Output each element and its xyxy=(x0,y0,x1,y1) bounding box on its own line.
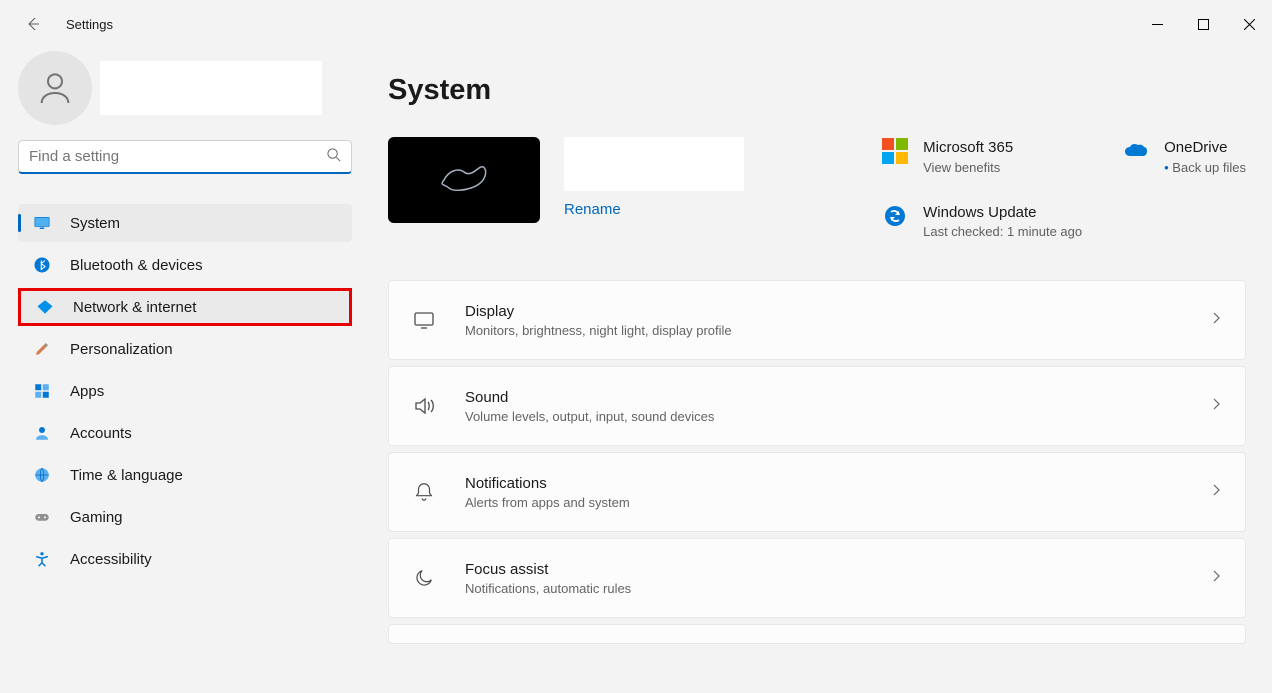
sidebar-item-label: Network & internet xyxy=(73,299,196,316)
sidebar-item-bluetooth[interactable]: Bluetooth & devices xyxy=(18,246,352,284)
bluetooth-icon xyxy=(32,255,52,275)
card-sub: Volume levels, output, input, sound devi… xyxy=(465,408,1209,426)
chevron-right-icon xyxy=(1209,569,1223,588)
titlebar: Settings xyxy=(0,0,1272,48)
card-title: Sound xyxy=(465,387,1209,408)
profile-block[interactable] xyxy=(18,48,352,128)
device-name-placeholder xyxy=(564,137,744,191)
card-title: Notifications xyxy=(465,473,1209,494)
info-sub: Back up files xyxy=(1164,159,1246,178)
maximize-icon xyxy=(1198,19,1209,30)
system-header: Rename Microsoft 365 View benefits OneDr… xyxy=(388,137,1246,242)
sidebar-item-apps[interactable]: Apps xyxy=(18,372,352,410)
info-title: Microsoft 365 xyxy=(923,137,1013,159)
wifi-icon xyxy=(35,297,55,317)
update-icon xyxy=(881,202,909,230)
search-input[interactable] xyxy=(29,148,326,165)
chevron-right-icon xyxy=(1209,483,1223,502)
sidebar-item-accounts[interactable]: Accounts xyxy=(18,414,352,452)
info-windows-update[interactable]: Windows Update Last checked: 1 minute ag… xyxy=(881,202,1082,243)
minimize-icon xyxy=(1152,19,1163,30)
desktop-thumbnail xyxy=(388,137,540,223)
apps-icon xyxy=(32,381,52,401)
device-block: Rename xyxy=(564,137,744,218)
window-controls xyxy=(1134,8,1272,40)
accessibility-icon xyxy=(32,549,52,569)
sidebar-item-network[interactable]: Network & internet xyxy=(18,288,352,326)
profile-name-placeholder xyxy=(100,61,322,115)
chevron-right-icon xyxy=(1209,397,1223,416)
card-sub: Monitors, brightness, night light, displ… xyxy=(465,322,1209,340)
card-notifications[interactable]: Notifications Alerts from apps and syste… xyxy=(388,452,1246,532)
sidebar-item-label: Apps xyxy=(70,383,104,400)
card-sub: Notifications, automatic rules xyxy=(465,580,1209,598)
card-focus-assist[interactable]: Focus assist Notifications, automatic ru… xyxy=(388,538,1246,618)
back-button[interactable] xyxy=(18,9,48,39)
settings-cards: Display Monitors, brightness, night ligh… xyxy=(388,280,1246,644)
sidebar-item-system[interactable]: System xyxy=(18,204,352,242)
card-sound[interactable]: Sound Volume levels, output, input, soun… xyxy=(388,366,1246,446)
minimize-button[interactable] xyxy=(1134,8,1180,40)
sidebar-item-label: System xyxy=(70,215,120,232)
maximize-button[interactable] xyxy=(1180,8,1226,40)
monitor-icon xyxy=(32,213,52,233)
brush-icon xyxy=(32,339,52,359)
sidebar-item-label: Accessibility xyxy=(70,551,152,568)
display-icon xyxy=(411,307,437,333)
avatar xyxy=(18,51,92,125)
sidebar: System Bluetooth & devices Network & int… xyxy=(0,48,352,693)
sidebar-item-accessibility[interactable]: Accessibility xyxy=(18,540,352,578)
chevron-right-icon xyxy=(1209,311,1223,330)
close-button[interactable] xyxy=(1226,8,1272,40)
sidebar-nav: System Bluetooth & devices Network & int… xyxy=(18,204,352,578)
info-ms365[interactable]: Microsoft 365 View benefits xyxy=(881,137,1082,178)
info-title: Windows Update xyxy=(923,202,1082,224)
close-icon xyxy=(1244,19,1255,30)
rename-link[interactable]: Rename xyxy=(564,201,744,218)
person-icon xyxy=(32,423,52,443)
card-title: Display xyxy=(465,301,1209,322)
sidebar-item-gaming[interactable]: Gaming xyxy=(18,498,352,536)
page-title: System xyxy=(388,74,1246,107)
info-sub: View benefits xyxy=(923,159,1013,178)
search-box[interactable] xyxy=(18,140,352,174)
onedrive-icon xyxy=(1122,137,1150,165)
main-content: System Rename Microsoft 365 View benefit… xyxy=(352,48,1272,693)
info-sub: Last checked: 1 minute ago xyxy=(923,223,1082,242)
card-sub: Alerts from apps and system xyxy=(465,494,1209,512)
microsoft-logo-icon xyxy=(881,137,909,165)
window-title: Settings xyxy=(66,17,113,32)
card-partial[interactable] xyxy=(388,624,1246,644)
card-title: Focus assist xyxy=(465,559,1209,580)
info-onedrive[interactable]: OneDrive Back up files xyxy=(1122,137,1246,178)
sound-icon xyxy=(411,393,437,419)
search-icon xyxy=(326,147,341,167)
sidebar-item-label: Time & language xyxy=(70,467,183,484)
info-title: OneDrive xyxy=(1164,137,1246,159)
moon-icon xyxy=(411,565,437,591)
sidebar-item-label: Gaming xyxy=(70,509,123,526)
sidebar-item-label: Accounts xyxy=(70,425,132,442)
card-display[interactable]: Display Monitors, brightness, night ligh… xyxy=(388,280,1246,360)
info-grid: Microsoft 365 View benefits OneDrive Bac… xyxy=(881,137,1246,242)
gamepad-icon xyxy=(32,507,52,527)
person-icon xyxy=(35,68,75,108)
sidebar-item-time-language[interactable]: Time & language xyxy=(18,456,352,494)
globe-icon xyxy=(32,465,52,485)
sidebar-item-personalization[interactable]: Personalization xyxy=(18,330,352,368)
back-icon xyxy=(25,16,41,32)
sidebar-item-label: Personalization xyxy=(70,341,173,358)
sidebar-item-label: Bluetooth & devices xyxy=(70,257,203,274)
bell-icon xyxy=(411,479,437,505)
